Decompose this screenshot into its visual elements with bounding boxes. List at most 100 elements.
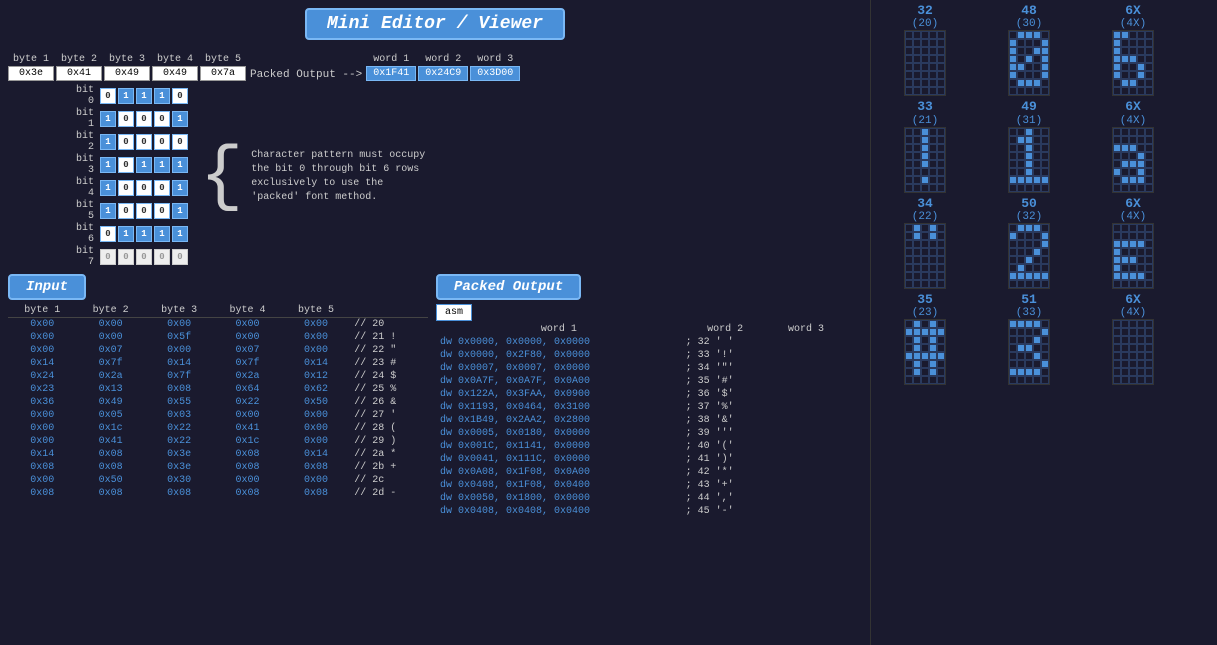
byte-label-1: byte 1 [8,54,54,65]
cg-cell [1113,280,1121,288]
bit-cell-6-3: 1 [154,226,170,242]
char-num-label: 32 [917,4,933,18]
input-cell: 0x00 [213,474,281,487]
input-cell: 0x00 [282,331,350,344]
cg-cell [1137,360,1145,368]
cg-cell [1017,360,1025,368]
cg-cell [937,232,945,240]
cg-cell [921,328,929,336]
cg-cell [1113,71,1121,79]
bit-row-3: bit 310111 [68,154,188,176]
input-col-header: byte 4 [213,304,281,318]
cg-cell [905,336,913,344]
cg-cell [937,31,945,39]
char-pixel-grid [1112,223,1154,289]
cg-cell [1113,47,1121,55]
cg-cell [1113,336,1121,344]
bit-cell-3-1: 0 [118,157,134,173]
cg-cell [1009,184,1017,192]
cg-cell [1113,79,1121,87]
cg-cell [1017,232,1025,240]
cg-cell [1009,272,1017,280]
word-label-2: word 2 [418,54,468,65]
bit-row-4: bit 410001 [68,177,188,199]
input-cell: 0x14 [8,357,76,370]
cg-cell [929,87,937,95]
cg-cell [1025,320,1033,328]
char-num-label: 34 [917,197,933,211]
input-cell: // 22 " [350,344,428,357]
cg-cell [1041,31,1049,39]
cg-cell [1009,328,1017,336]
bit-row-label-2: bit 2 [68,131,98,153]
cg-cell [1009,248,1017,256]
cg-cell [1121,136,1129,144]
char-paren-label: (22) [912,211,938,223]
cg-cell [1025,184,1033,192]
input-cell: 0x55 [145,396,213,409]
input-cell: // 20 [350,318,428,332]
cg-cell [1009,360,1017,368]
cg-cell [1017,336,1025,344]
input-cell: 0x64 [213,383,281,396]
bit-cell-7-4: 0 [172,249,188,265]
input-cell: 0x08 [8,461,76,474]
input-cell: 0x00 [8,474,76,487]
cg-cell [1025,55,1033,63]
input-cell: 0x7f [76,357,144,370]
cg-cell [1025,47,1033,55]
cg-cell [1113,128,1121,136]
word-val-2: 0x24C9 [418,66,468,81]
cg-cell [1041,176,1049,184]
cg-cell [1025,144,1033,152]
right-panel: 32(20)33(21)34(22)35(23)48(30)49(31)50(3… [870,0,1217,645]
cg-cell [1033,184,1041,192]
char-pixel-grid [904,30,946,96]
input-panel: Input byte 1byte 2byte 3byte 4byte 5 0x0… [8,274,428,637]
cg-cell [1017,272,1025,280]
cg-cell [1041,152,1049,160]
cg-cell [937,128,945,136]
cg-cell [1041,344,1049,352]
cg-cell [1033,224,1041,232]
cg-cell [1145,39,1153,47]
cg-cell [1009,344,1017,352]
cg-cell [913,232,921,240]
input-table-scroll[interactable]: byte 1byte 2byte 3byte 4byte 5 0x000x000… [8,304,428,637]
cg-cell [937,328,945,336]
cg-cell [1121,160,1129,168]
input-row: 0x000x1c0x220x410x00// 28 ( [8,422,428,435]
bit-cell-7-1: 0 [118,249,134,265]
char-paren-label: (4X) [1120,307,1146,319]
cg-cell [921,264,929,272]
char-preview-2-1: 6X(4X) [1083,100,1183,192]
cg-cell [913,55,921,63]
cg-cell [1033,320,1041,328]
cg-cell [1129,240,1137,248]
output-table-scroll[interactable]: word 1word 2word 3 dw 0x0000, 0x0000, 0x… [436,323,862,637]
cg-cell [913,264,921,272]
cg-cell [1033,176,1041,184]
cg-cell [1025,264,1033,272]
output-row: dw 0x0050, 0x1800, 0x0000; 44 ',' [436,492,862,505]
cg-cell [1041,39,1049,47]
cg-cell [1129,168,1137,176]
cg-cell [1033,240,1041,248]
cg-cell [913,320,921,328]
cg-cell [1041,240,1049,248]
cg-cell [1137,168,1145,176]
cg-cell [1145,360,1153,368]
cg-cell [1145,63,1153,71]
tab-asm[interactable]: asm [436,304,472,321]
input-cell: 0x50 [282,396,350,409]
input-cell: 0x08 [76,461,144,474]
cg-cell [937,272,945,280]
cg-cell [921,136,929,144]
cg-cell [1129,344,1137,352]
cg-cell [1137,368,1145,376]
cg-cell [921,184,929,192]
byte-label-5: byte 5 [200,54,246,65]
cg-cell [1121,31,1129,39]
output-row: dw 0x0408, 0x1F08, 0x0400; 43 '+' [436,479,862,492]
cg-cell [937,79,945,87]
